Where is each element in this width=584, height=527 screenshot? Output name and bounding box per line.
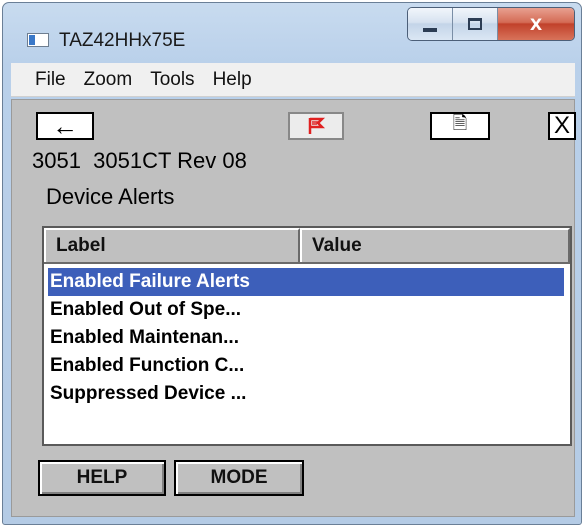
minimize-button[interactable] [408, 8, 453, 40]
title-bar[interactable]: TAZ42HHx75E X [3, 3, 581, 63]
window-title: TAZ42HHx75E [59, 30, 186, 51]
menu-file[interactable]: File [35, 69, 66, 91]
table-row[interactable]: Enabled Out of Spe... [48, 296, 568, 324]
table-body: Enabled Failure Alerts Enabled Out of Sp… [48, 268, 568, 408]
app-icon [27, 33, 49, 47]
help-button[interactable]: HELP [38, 460, 166, 496]
hart-status-button[interactable] [288, 112, 344, 140]
toolbar: ← 🗎 X [12, 100, 576, 148]
caption-buttons: X [407, 7, 575, 41]
maximize-button[interactable] [453, 8, 498, 40]
menu-zoom[interactable]: Zoom [84, 69, 133, 91]
close-panel-button[interactable]: X [548, 112, 576, 140]
close-panel-icon: X [553, 112, 570, 139]
column-header-value[interactable]: Value [300, 228, 570, 262]
row-label: Enabled Out of Spe... [50, 299, 242, 320]
row-label: Enabled Maintenan... [50, 327, 239, 348]
document-icon: 🗎 [452, 113, 468, 134]
device-panel: ← 🗎 X 3051 3051CT Rev 08 Device Alerts L… [11, 99, 576, 517]
alerts-table: Label Value Enabled Failure Alerts Enabl… [42, 226, 572, 446]
close-window-button[interactable]: X [498, 8, 574, 40]
close-icon: X [529, 14, 543, 34]
mode-button[interactable]: MODE [174, 460, 304, 496]
document-button[interactable]: 🗎 [430, 112, 490, 140]
table-row[interactable]: Enabled Function C... [48, 352, 568, 380]
table-header: Label Value [44, 228, 570, 264]
menu-bar: File Zoom Tools Help [11, 63, 575, 97]
back-button[interactable]: ← [36, 112, 94, 140]
app-window: TAZ42HHx75E X File Zoom Tools Help ← 🗎 X… [2, 2, 582, 525]
table-row[interactable]: Enabled Failure Alerts [48, 268, 564, 296]
row-label: Enabled Function C... [50, 355, 245, 376]
menu-help[interactable]: Help [213, 69, 252, 91]
back-arrow-icon: ← [52, 111, 78, 141]
section-title: Device Alerts [46, 184, 175, 209]
row-label: Enabled Failure Alerts [50, 271, 250, 292]
device-identifier: 3051 3051CT Rev 08 [32, 148, 247, 173]
column-header-label[interactable]: Label [44, 228, 300, 262]
maximize-icon [468, 18, 482, 30]
menu-tools[interactable]: Tools [150, 69, 194, 91]
row-label: Suppressed Device ... [50, 383, 247, 404]
table-row[interactable]: Suppressed Device ... [48, 380, 568, 408]
table-row[interactable]: Enabled Maintenan... [48, 324, 568, 352]
minimize-icon [423, 28, 437, 32]
hart-flag-icon [308, 117, 326, 134]
